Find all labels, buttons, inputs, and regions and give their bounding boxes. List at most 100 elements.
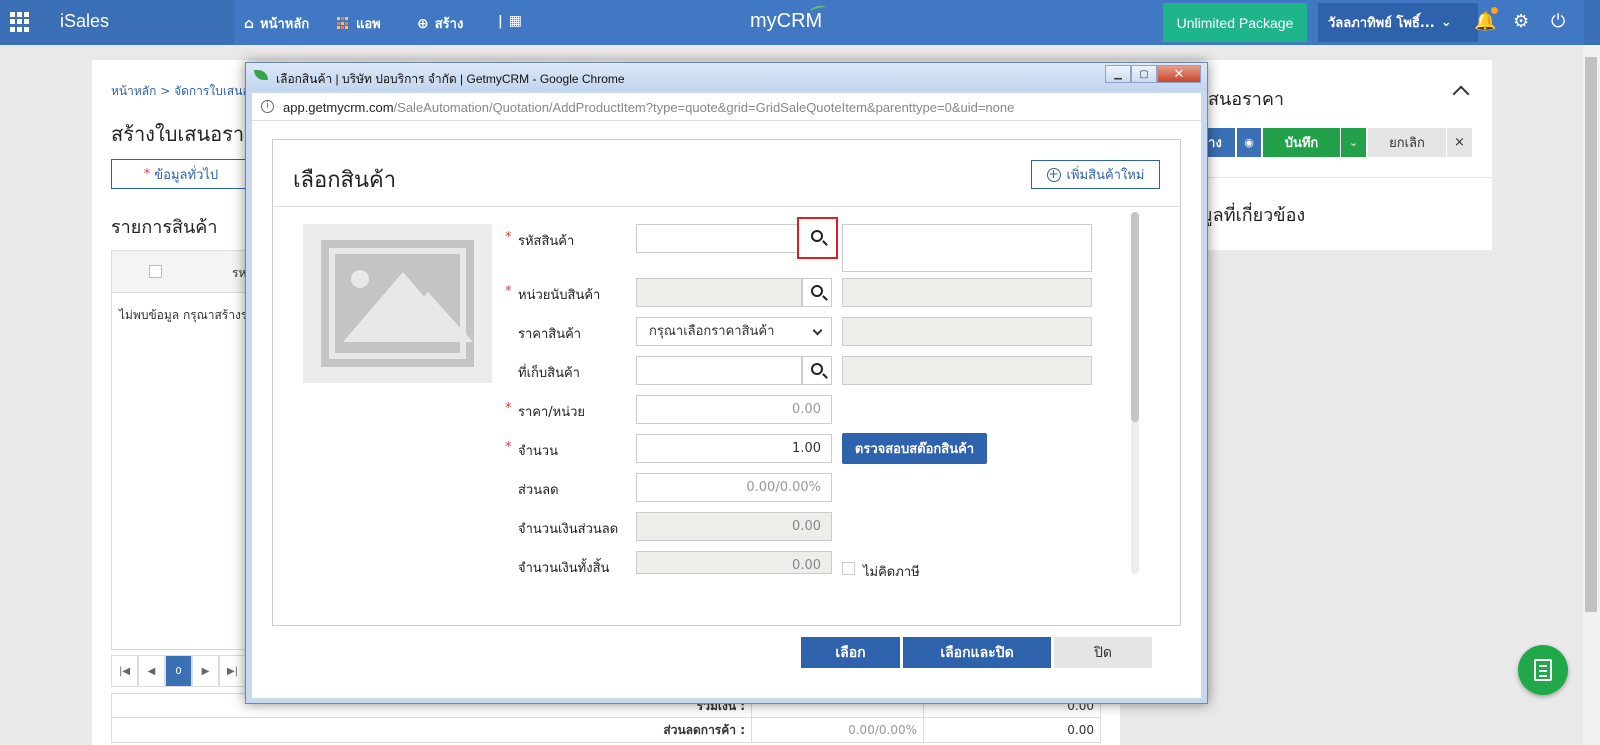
notification-dot bbox=[1491, 7, 1498, 14]
bell-icon[interactable]: 🔔 bbox=[1474, 11, 1496, 32]
required-mark: * bbox=[505, 440, 512, 455]
table-row: ส่วนลดการค้า : 0.00/0.00% 0.00 bbox=[111, 718, 1101, 743]
search-icon bbox=[811, 230, 823, 242]
warehouse-label: ที่เก็บสินค้า bbox=[518, 366, 580, 381]
nav-calendar[interactable]: | ▦ bbox=[498, 13, 522, 29]
last-page-button[interactable]: ▶| bbox=[219, 655, 246, 687]
product-table: รห ไม่พบข้อมูล กรุณาสร้างร bbox=[111, 250, 251, 650]
discount-amount-input: 0.00 bbox=[636, 512, 832, 541]
check-stock-button[interactable]: ตรวจสอบสต๊อกสินค้า bbox=[842, 433, 987, 464]
notes-fab-button[interactable] bbox=[1518, 645, 1568, 695]
dialog-scrollbar[interactable] bbox=[1131, 212, 1139, 574]
discount-input[interactable]: 0.00/0.00% bbox=[636, 473, 832, 502]
window-close-icon[interactable]: ✕ bbox=[1157, 65, 1201, 83]
next-page-button[interactable]: ▶ bbox=[192, 655, 219, 687]
maximize-icon[interactable]: ▢ bbox=[1131, 65, 1157, 83]
gear-icon[interactable]: ⚙ bbox=[1513, 11, 1529, 32]
warehouse-search-button[interactable] bbox=[802, 356, 832, 385]
current-page[interactable]: 0 bbox=[165, 655, 192, 687]
prev-page-button[interactable]: ◀ bbox=[138, 655, 165, 687]
trade-discount-percent[interactable]: 0.00/0.00% bbox=[752, 718, 924, 742]
unit-price-input[interactable]: 0.00 bbox=[636, 395, 832, 424]
unit-input bbox=[636, 278, 802, 307]
page-scrollbar[interactable] bbox=[1583, 45, 1600, 745]
quantity-input[interactable]: 1.00 bbox=[636, 434, 832, 463]
product-code-search-button[interactable] bbox=[797, 217, 838, 259]
add-new-product-button[interactable]: + เพิ่มสินค้าใหม่ bbox=[1031, 160, 1160, 189]
popup-content: เลือกสินค้า + เพิ่มสินค้าใหม่ * รหัสสินค้… bbox=[252, 121, 1201, 698]
save-button[interactable]: บันทึก bbox=[1263, 128, 1340, 157]
info-icon[interactable]: i bbox=[261, 100, 274, 113]
power-icon[interactable]: ⏻ bbox=[1551, 11, 1565, 32]
quantity-label: * จำนวน bbox=[505, 440, 558, 461]
app-launcher-icon[interactable] bbox=[10, 12, 30, 32]
breadcrumb[interactable]: หน้าหลัก > จัดการใบเสนอร bbox=[111, 82, 256, 101]
apps-grid-icon bbox=[337, 17, 350, 30]
address-bar[interactable]: i app.getmycrm.com/SaleAutomation/Quotat… bbox=[252, 93, 1201, 121]
required-mark: * bbox=[505, 401, 512, 416]
tab-general-info[interactable]: * ข้อมูลทั่วไป bbox=[111, 159, 251, 189]
save-dropdown-chevron-icon[interactable]: ⌄ bbox=[1341, 128, 1366, 157]
no-tax-checkbox[interactable] bbox=[842, 562, 855, 575]
chevron-down-icon bbox=[812, 325, 823, 336]
user-name: วัลลภาทิพย์ โพธิ์... bbox=[1328, 16, 1435, 31]
total-amount-label: จำนวนเงินทั้งสิ้น bbox=[518, 561, 610, 576]
required-mark: * bbox=[505, 230, 512, 245]
page-title: สร้างใบเสนอรา bbox=[111, 122, 245, 146]
unit-label: * หน่วยนับสินค้า bbox=[505, 284, 601, 305]
dialog-separator bbox=[273, 206, 1180, 207]
scrollbar-thumb[interactable] bbox=[1585, 57, 1597, 612]
first-page-button[interactable]: |◀ bbox=[111, 655, 138, 687]
discount-label: ส่วนลด bbox=[518, 483, 559, 498]
user-menu[interactable]: วัลลภาทิพย์ โพธิ์... ⌄ bbox=[1318, 3, 1478, 42]
warehouse-input[interactable] bbox=[636, 356, 802, 385]
no-data-message: ไม่พบข้อมูล กรุณาสร้างร bbox=[119, 308, 248, 322]
chevron-down-icon: ⌄ bbox=[1440, 15, 1452, 30]
select-all-checkbox[interactable] bbox=[149, 265, 162, 278]
dialog-scrollbar-thumb[interactable] bbox=[1131, 212, 1139, 422]
select-and-close-button[interactable]: เลือกและปิด bbox=[903, 637, 1051, 668]
unit-name-display bbox=[842, 278, 1092, 307]
nav-home[interactable]: ⌂ หน้าหลัก bbox=[244, 13, 309, 34]
product-image-placeholder bbox=[303, 224, 492, 383]
no-tax-label: ไม่คิดภาษี bbox=[863, 565, 920, 580]
price-list-select[interactable]: กรุณาเลือกราคาสินค้า bbox=[636, 317, 832, 346]
search-icon bbox=[811, 363, 823, 375]
package-button[interactable]: Unlimited Package bbox=[1163, 3, 1307, 42]
required-mark: * bbox=[505, 284, 512, 299]
quantity-label-text: จำนวน bbox=[518, 444, 558, 459]
nav-apps[interactable]: แอพ bbox=[337, 13, 381, 34]
product-code-input[interactable] bbox=[636, 224, 802, 253]
warehouse-display bbox=[842, 356, 1092, 385]
nav-create[interactable]: ⊕ สร้าง bbox=[417, 13, 463, 34]
url-host: app.getmycrm.com bbox=[283, 100, 394, 115]
top-navigation-bar: iSales ⌂ หน้าหลัก แอพ ⊕ สร้าง | ▦ myCRM … bbox=[0, 0, 1600, 45]
brand-name[interactable]: iSales bbox=[60, 11, 109, 32]
cancel-button[interactable]: ยกเลิก bbox=[1368, 128, 1446, 157]
table-header: รห bbox=[112, 251, 250, 293]
nav-create-label: สร้าง bbox=[434, 17, 464, 32]
nav-apps-label: แอพ bbox=[356, 17, 381, 32]
leaf-logo-icon bbox=[254, 70, 268, 80]
minimize-icon[interactable]: ▁ bbox=[1105, 65, 1131, 83]
window-titlebar[interactable]: เลือกสินค้า | บริษัท ปอบริการ จำกัด | Ge… bbox=[246, 63, 1207, 91]
calendar-icon: ▦ bbox=[508, 13, 522, 29]
unit-search-button[interactable] bbox=[802, 278, 832, 307]
select-product-dialog: เลือกสินค้า + เพิ่มสินค้าใหม่ * รหัสสินค้… bbox=[272, 139, 1181, 626]
select-button[interactable]: เลือก bbox=[801, 637, 900, 668]
url-text: app.getmycrm.com/SaleAutomation/Quotatio… bbox=[283, 100, 1014, 115]
dialog-title: เลือกสินค้า bbox=[293, 168, 397, 193]
product-code-label-text: รหัสสินค้า bbox=[518, 234, 575, 249]
chrome-popup-window: เลือกสินค้า | บริษัท ปอบริการ จำกัด | Ge… bbox=[245, 62, 1208, 704]
unit-label-text: หน่วยนับสินค้า bbox=[518, 288, 601, 303]
unit-price-label-text: ราคา/หน่วย bbox=[518, 405, 586, 420]
price-list-display bbox=[842, 317, 1092, 346]
close-icon[interactable]: × bbox=[1447, 128, 1472, 157]
mycrm-logo: myCRM bbox=[750, 10, 823, 32]
window-controls: ▁ ▢ ✕ bbox=[1105, 65, 1201, 83]
search-icon bbox=[811, 285, 823, 297]
discount-amount-label: จำนวนเงินส่วนลด bbox=[518, 522, 619, 537]
preview-eye-icon[interactable]: ◉ bbox=[1237, 128, 1261, 157]
price-list-placeholder: กรุณาเลือกราคาสินค้า bbox=[649, 324, 775, 339]
close-button[interactable]: ปิด bbox=[1054, 637, 1152, 668]
